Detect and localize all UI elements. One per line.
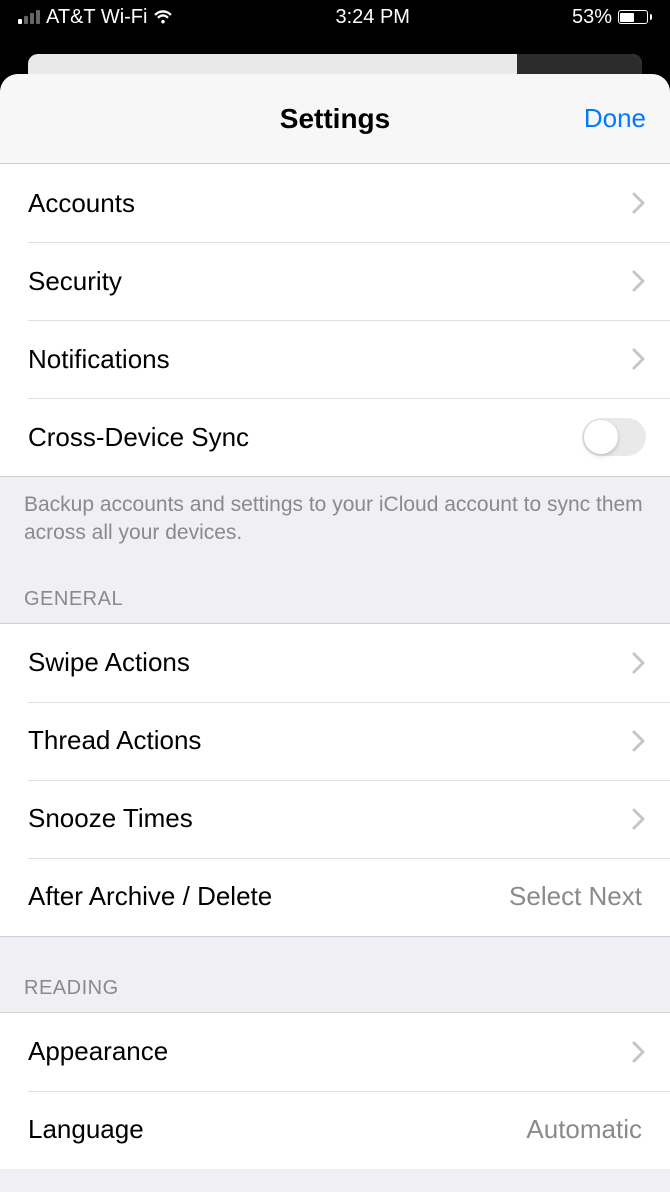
chevron-right-icon [632, 270, 646, 292]
section-header-general: General [0, 548, 670, 623]
page-title: Settings [280, 103, 390, 135]
row-cross-device-sync: Cross-Device Sync [0, 398, 670, 476]
row-snooze-times[interactable]: Snooze Times [0, 780, 670, 858]
section-general-group: Swipe Actions Thread Actions Snooze Time… [0, 623, 670, 937]
row-thread-actions[interactable]: Thread Actions [0, 702, 670, 780]
cellular-signal-icon [18, 10, 40, 24]
status-right: 53% [572, 6, 652, 29]
row-label: Swipe Actions [28, 647, 632, 678]
row-value: Automatic [526, 1114, 642, 1145]
row-appearance[interactable]: Appearance [0, 1013, 670, 1091]
chevron-right-icon [632, 652, 646, 674]
done-button[interactable]: Done [584, 103, 646, 134]
row-label: Cross-Device Sync [28, 422, 582, 453]
row-label: Appearance [28, 1036, 632, 1067]
nav-bar: Settings Done [0, 74, 670, 164]
section-footer: Backup accounts and settings to your iCl… [0, 477, 670, 548]
row-security[interactable]: Security [0, 242, 670, 320]
battery-percent: 53% [572, 6, 612, 29]
row-after-archive-delete[interactable]: After Archive / Delete Select Next [0, 858, 670, 936]
row-label: Notifications [28, 344, 632, 375]
row-value: Select Next [509, 881, 642, 912]
section-reading-group: Appearance Language Automatic [0, 1012, 670, 1169]
row-label: Accounts [28, 188, 632, 219]
chevron-right-icon [632, 348, 646, 370]
settings-sheet: Settings Done Accounts Security [0, 74, 670, 1192]
chevron-right-icon [632, 808, 646, 830]
row-notifications[interactable]: Notifications [0, 320, 670, 398]
cross-device-sync-toggle[interactable] [582, 418, 646, 456]
status-left: AT&T Wi-Fi [18, 6, 173, 29]
chevron-right-icon [632, 192, 646, 214]
section-header-reading: Reading [0, 937, 670, 1012]
section-accounts-group: Accounts Security Notifications [0, 164, 670, 477]
row-swipe-actions[interactable]: Swipe Actions [0, 624, 670, 702]
row-accounts[interactable]: Accounts [0, 164, 670, 242]
row-label: Security [28, 266, 632, 297]
status-time: 3:24 PM [335, 6, 409, 29]
chevron-right-icon [632, 1041, 646, 1063]
battery-icon [618, 10, 652, 24]
row-label: Thread Actions [28, 725, 632, 756]
chevron-right-icon [632, 730, 646, 752]
status-bar: AT&T Wi-Fi 3:24 PM 53% [0, 0, 670, 34]
row-label: Language [28, 1114, 526, 1145]
row-label: Snooze Times [28, 803, 632, 834]
row-label: After Archive / Delete [28, 881, 509, 912]
settings-content: Accounts Security Notifications [0, 164, 670, 1192]
wifi-icon [153, 10, 173, 25]
row-language[interactable]: Language Automatic [0, 1091, 670, 1169]
carrier-label: AT&T Wi-Fi [46, 6, 147, 29]
